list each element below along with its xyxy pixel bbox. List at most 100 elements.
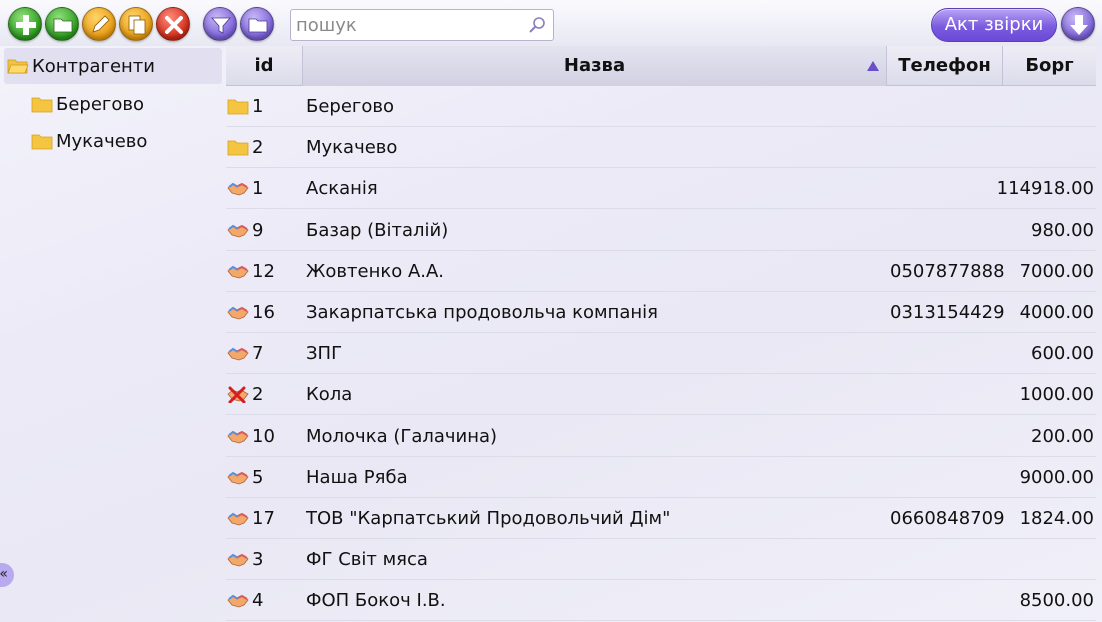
table-row[interactable]: 2 Кола 1000.00 xyxy=(226,374,1096,416)
tree-item-label: Мукачево xyxy=(56,130,148,152)
funnel-icon xyxy=(211,17,231,34)
folder-icon xyxy=(227,99,249,115)
cell-name: ФГ Світ мяса xyxy=(306,549,428,571)
download-button[interactable] xyxy=(1061,7,1095,41)
column-header-phone[interactable]: Телефон xyxy=(887,46,1002,86)
cell-name: ТОВ "Карпатський Продовольчий Дім" xyxy=(306,508,671,529)
copy-icon xyxy=(128,15,146,35)
cell-phone: 0507877888 xyxy=(890,260,1005,282)
cell-name: Молочка (Галачина) xyxy=(306,425,498,447)
collapse-panel-button[interactable]: « xyxy=(0,563,14,587)
folder-icon xyxy=(31,97,53,113)
cell-id: 1 xyxy=(252,96,264,117)
tree-item-label: Контрагенти xyxy=(32,55,155,77)
cell-phone: 0660848709 xyxy=(890,508,1005,529)
table-row[interactable]: 16 Закарпатська продовольча компанія 03131… xyxy=(226,292,1096,333)
column-header-debt[interactable]: Борг xyxy=(1003,46,1096,86)
filter-button[interactable] xyxy=(203,7,237,41)
cell-debt: 1000.00 xyxy=(1019,384,1094,406)
table-row[interactable]: 12 Жовтенко А.А. 0507877888 7000.00 xyxy=(226,251,1096,292)
search-input[interactable] xyxy=(291,10,527,40)
add-button[interactable] xyxy=(8,7,42,41)
cell-id: 2 xyxy=(252,384,264,406)
table-row[interactable]: 3 ФГ Світ мяса xyxy=(226,539,1096,581)
toolbar: Акт звірки xyxy=(0,0,1102,46)
column-header-name[interactable]: Назва xyxy=(303,46,886,86)
grid-header: id Назва Телефон Борг xyxy=(226,46,1096,86)
cell-name: Наша Ряба xyxy=(306,466,408,488)
table-row[interactable]: 2 Мукачево xyxy=(226,127,1096,169)
cell-id: 10 xyxy=(252,425,275,447)
cell-debt: 600.00 xyxy=(1031,343,1094,365)
copy-button[interactable] xyxy=(119,7,153,41)
cell-id: 7 xyxy=(252,343,264,365)
cell-id: 16 xyxy=(252,302,275,323)
table-row[interactable]: 10 Молочка (Галачина) 200.00 xyxy=(226,416,1096,457)
cell-id: 1 xyxy=(252,178,264,200)
handshake-icon xyxy=(227,224,249,238)
plus-icon xyxy=(16,15,36,35)
table-row[interactable]: 9 Базар (Віталій) 980.00 xyxy=(226,210,1096,251)
cell-name: Мукачево xyxy=(306,137,398,159)
cell-debt: 7000.00 xyxy=(1019,260,1094,282)
cell-phone: 0313154429 xyxy=(890,302,1005,323)
cell-id: 12 xyxy=(252,260,275,282)
folder-icon xyxy=(227,140,249,156)
cell-name: Закарпатська продовольча компанія xyxy=(306,302,658,323)
search-box xyxy=(290,9,554,41)
cell-debt: 980.00 xyxy=(1031,219,1094,241)
table-row[interactable]: 5 Наша Ряба 9000.00 xyxy=(226,457,1096,498)
cell-name: Жовтенко А.А. xyxy=(306,260,445,282)
folder-open-icon xyxy=(7,59,29,74)
arrow-down-icon xyxy=(1070,15,1088,35)
folder-tree: Контрагенти Берегово Мукачево « xyxy=(0,46,222,622)
tree-item-child[interactable]: Мукачево xyxy=(31,123,147,159)
handshake-icon xyxy=(227,265,249,279)
cell-debt: 8500.00 xyxy=(1019,590,1094,612)
folder-icon xyxy=(248,18,268,33)
cell-name: Асканія xyxy=(306,178,378,200)
table-row[interactable]: 1 Асканія 114918.00 xyxy=(226,168,1096,210)
cell-id: 2 xyxy=(252,137,264,159)
column-header-id[interactable]: id xyxy=(226,46,302,86)
cell-id: 9 xyxy=(252,219,264,241)
handshake-blocked-icon xyxy=(227,386,249,404)
cell-debt: 4000.00 xyxy=(1019,302,1094,323)
cell-name: Кола xyxy=(306,384,353,406)
cell-debt: 1824.00 xyxy=(1019,508,1094,529)
reconciliation-act-button[interactable]: Акт звірки xyxy=(931,8,1057,42)
handshake-icon xyxy=(227,183,249,196)
table-row[interactable]: 7 ЗПГ 600.00 xyxy=(226,333,1096,375)
cell-name: ЗПГ xyxy=(306,343,343,365)
delete-button[interactable] xyxy=(156,7,190,41)
table-row[interactable]: 1 Берегово xyxy=(226,86,1096,127)
handshake-icon xyxy=(227,347,249,361)
edit-button[interactable] xyxy=(82,7,116,41)
folder-icon xyxy=(53,18,73,33)
cell-name: ФОП Бокоч І.В. xyxy=(306,590,446,612)
folder-icon xyxy=(31,134,53,150)
sort-ascending-icon xyxy=(867,61,879,71)
open-folder-button[interactable] xyxy=(240,7,274,41)
handshake-icon xyxy=(227,595,249,608)
cell-id: 4 xyxy=(252,590,264,612)
pencil-icon xyxy=(92,15,110,33)
table-row[interactable]: 4 ФОП Бокоч І.В. 8500.00 xyxy=(226,580,1096,622)
tree-item-root[interactable]: Контрагенти xyxy=(4,48,222,84)
add-folder-button[interactable] xyxy=(45,7,79,41)
cell-id: 5 xyxy=(252,466,264,488)
tree-item-label: Берегово xyxy=(56,93,145,115)
cell-name: Базар (Віталій) xyxy=(306,219,449,241)
cell-debt: 200.00 xyxy=(1031,425,1094,447)
tree-item-child[interactable]: Берегово xyxy=(31,86,144,122)
handshake-icon xyxy=(227,512,249,526)
cell-name: Берегово xyxy=(306,96,395,117)
cell-id: 17 xyxy=(252,508,275,529)
handshake-icon xyxy=(227,430,249,444)
handshake-icon xyxy=(227,471,249,485)
table-row[interactable]: 17 ТОВ "Карпатський Продовольчий Дім" 0660… xyxy=(226,498,1096,539)
x-icon xyxy=(165,16,183,34)
cell-debt: 114918.00 xyxy=(996,178,1094,200)
contractors-grid: id Назва Телефон Борг 1 Берегово 2 Мукачево… xyxy=(226,46,1096,622)
search-icon[interactable] xyxy=(527,15,547,35)
